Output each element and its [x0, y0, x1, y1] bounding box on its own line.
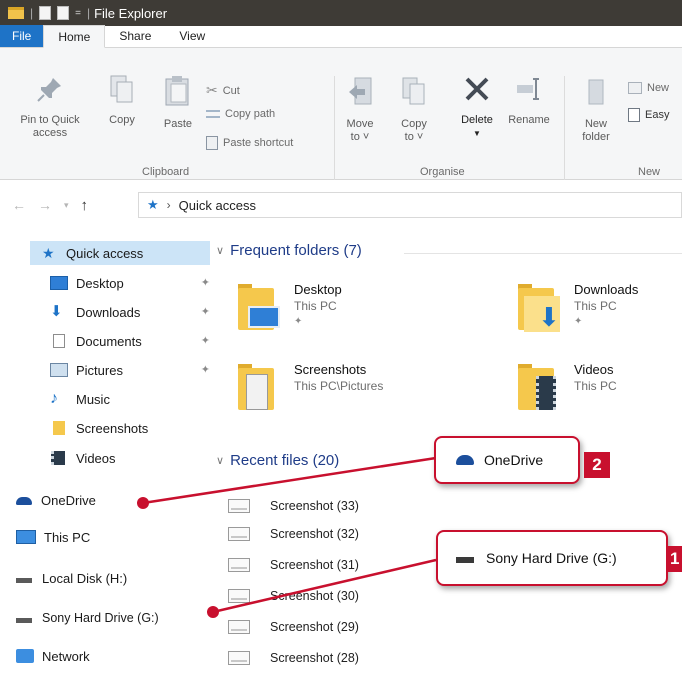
- hard-drive-icon: [456, 557, 474, 563]
- quick-access-toolbar: | = |: [0, 6, 90, 20]
- callout-onedrive: OneDrive: [434, 436, 580, 484]
- onedrive-cloud-icon: [456, 455, 474, 465]
- callout-badge-1: 1: [666, 546, 682, 572]
- callout-badge-2: 2: [584, 452, 610, 478]
- callout-sony-hard-drive: Sony Hard Drive (G:): [436, 530, 668, 586]
- folder-icon[interactable]: [8, 7, 24, 19]
- sony-leader-dot: [207, 606, 219, 618]
- sony-leader-line: [212, 558, 437, 614]
- window-title: File Explorer: [94, 5, 168, 21]
- callout-onedrive-label: OneDrive: [484, 452, 544, 468]
- onedrive-leader-line: [142, 456, 437, 505]
- customize-toolbar-chevron-icon[interactable]: =: [75, 8, 81, 19]
- onedrive-leader-dot: [137, 497, 149, 509]
- callout-sony-label: Sony Hard Drive (G:): [486, 550, 617, 566]
- separator-icon: |: [86, 6, 91, 20]
- new-folder-small-icon[interactable]: [57, 6, 70, 20]
- separator-icon: |: [30, 6, 34, 20]
- properties-icon[interactable]: [39, 6, 52, 20]
